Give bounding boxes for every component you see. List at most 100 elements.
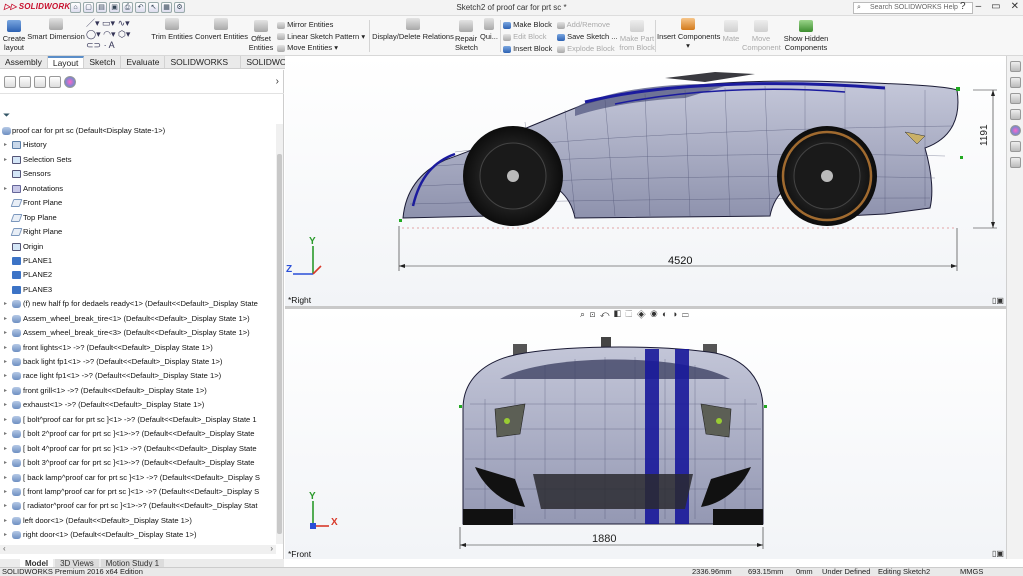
tab-layout[interactable]: Layout — [47, 56, 85, 68]
show-hidden-components-button[interactable]: Show Hidden Components — [782, 20, 830, 52]
quick-snaps-button[interactable]: Qui... — [480, 18, 498, 41]
expand-arrow-icon[interactable]: ▸ — [4, 326, 7, 340]
help-search-input[interactable]: ⌕ Search SOLIDWORKS Help — [853, 2, 973, 14]
create-layout-button[interactable]: Create layout — [2, 20, 26, 52]
expand-arrow-icon[interactable]: ▸ — [4, 138, 7, 152]
tab-evaluate[interactable]: Evaluate — [121, 56, 166, 68]
scroll-left-icon[interactable]: ‹ — [3, 544, 6, 553]
custom-properties-icon[interactable] — [1009, 141, 1021, 152]
feature-manager-tab-icon[interactable] — [4, 76, 16, 88]
tab-solidworks-add-ins[interactable]: SOLIDWORKS Add-Ins — [165, 56, 242, 79]
tree-item[interactable]: PLANE2 — [0, 268, 276, 282]
tree-item[interactable]: ▸ [ bolt^proof car for prt sc ]<1> ->? (D… — [0, 413, 276, 427]
display-delete-relations-button[interactable]: Display/Delete Relations — [372, 18, 454, 41]
polygon-icon[interactable]: ⬡▾ — [118, 29, 130, 39]
insert-block-button[interactable]: Insert Block — [503, 43, 552, 55]
tree-item[interactable]: Top Plane — [0, 211, 276, 225]
expand-arrow-icon[interactable]: ▸ — [4, 514, 7, 528]
tree-item[interactable]: ▸ exhaust<1> ->? (Default<<Default>_Displ… — [0, 398, 276, 412]
units-menu[interactable]: MMGS — [960, 568, 983, 576]
repair-sketch-button[interactable]: Repair Sketch — [455, 20, 478, 52]
expand-arrow-icon[interactable]: ▸ — [4, 427, 7, 441]
make-part-from-block-button[interactable]: Make Part from Block — [617, 20, 657, 52]
scrollbar-thumb[interactable] — [277, 154, 282, 534]
tree-item[interactable]: Front Plane — [0, 196, 276, 210]
expand-arrow-icon[interactable]: ▸ — [4, 384, 7, 398]
tree-item[interactable]: ▸ left door<1> (Default<<Default>_Display… — [0, 514, 276, 528]
expand-arrow-icon[interactable]: ▸ — [4, 312, 7, 326]
rectangle-icon[interactable]: ▭▾ — [102, 18, 115, 28]
convert-entities-button[interactable]: Convert Entities — [195, 18, 248, 41]
tree-item[interactable]: ▸ front grill<1> ->? (Default<<Default>_D… — [0, 384, 276, 398]
tree-item[interactable]: ▸ Assem_wheel_break_tire<1> (Default<<Def… — [0, 312, 276, 326]
expand-arrow-icon[interactable]: ▸ — [4, 442, 7, 456]
tree-item[interactable]: ▸ race light fp1<1> ->? (Default<<Default… — [0, 369, 276, 383]
tree-item[interactable]: Right Plane — [0, 225, 276, 239]
help-question-icon[interactable]: ? — [960, 1, 966, 12]
tree-item[interactable]: ▸ Assem_wheel_break_tire<3> (Default<<Def… — [0, 326, 276, 340]
mirror-entities-button[interactable]: Mirror Entities — [277, 19, 365, 31]
tree-item[interactable]: ▸ [ back lamp^proof car for prt sc ]<1> -… — [0, 471, 276, 485]
tree-item[interactable]: ▸ Selection Sets — [0, 153, 276, 167]
expand-arrow-icon[interactable]: ▸ — [4, 456, 7, 470]
tree-item[interactable]: Origin — [0, 240, 276, 254]
tree-item[interactable]: ▸ [ bolt 2^proof car for prt sc ]<1>->? (… — [0, 427, 276, 441]
tab-sketch[interactable]: Sketch — [84, 56, 122, 68]
expand-arrow-icon[interactable]: ▸ — [4, 485, 7, 499]
forum-icon[interactable] — [1009, 157, 1021, 168]
linear-sketch-pattern-button[interactable]: Linear Sketch Pattern ▾ — [277, 31, 365, 43]
tree-item[interactable]: ▸ back light fp1<1> ->? (Default<<Default… — [0, 355, 276, 369]
filter-icon[interactable]: ⏷ — [3, 110, 10, 121]
configuration-manager-tab-icon[interactable] — [34, 76, 46, 88]
insert-components-button[interactable]: Insert Components ▾ — [657, 18, 720, 50]
expand-arrow-icon[interactable]: ▸ — [4, 471, 7, 485]
add-remove-button[interactable]: Add/Remove — [557, 19, 618, 31]
expand-arrow-icon[interactable]: ▸ — [4, 297, 7, 311]
expand-arrow-icon[interactable]: ▸ — [4, 398, 7, 412]
viewport-controls[interactable]: ▯▣ — [992, 549, 1004, 558]
tree-item[interactable]: ▸ [ bolt 4^proof car for prt sc ]<1> ->? … — [0, 442, 276, 456]
expand-arrow-icon[interactable]: ▸ — [4, 413, 7, 427]
offset-entities-button[interactable]: Offset Entities — [248, 20, 274, 52]
move-entities-button[interactable]: Move Entities ▾ — [277, 42, 365, 54]
design-library-icon[interactable] — [1009, 77, 1021, 88]
tree-vertical-scrollbar[interactable] — [276, 124, 283, 544]
move-component-button[interactable]: Move Component — [742, 20, 781, 52]
minimize-icon[interactable]: – — [976, 1, 982, 12]
tree-item[interactable]: ▸ [ front lamp^proof car for prt sc ]<1> … — [0, 485, 276, 499]
tab-assembly[interactable]: Assembly — [0, 56, 48, 68]
tree-item[interactable]: PLANE1 — [0, 254, 276, 268]
expand-arrow-icon[interactable]: ▸ — [4, 499, 7, 513]
tree-item[interactable]: ▸ [ bolt 3^proof car for prt sc ]<1>->? (… — [0, 456, 276, 470]
maximize-icon[interactable]: ▭ — [991, 1, 1000, 12]
tree-item[interactable]: Sensors — [0, 167, 276, 181]
dimension-width[interactable]: 1880 — [592, 533, 616, 545]
expand-arrow-icon[interactable]: ▸ — [4, 528, 7, 542]
slot-icon[interactable]: ⊂⊃ — [86, 40, 101, 50]
circle-icon[interactable]: ◯▾ — [86, 29, 101, 39]
expand-arrow-icon[interactable]: ▸ — [4, 341, 7, 355]
viewport-controls[interactable]: ▯▣ — [992, 296, 1004, 305]
view-palette-icon[interactable] — [1009, 109, 1021, 120]
solidworks-resources-icon[interactable] — [1009, 61, 1021, 72]
make-block-button[interactable]: Make Block — [503, 19, 552, 31]
trim-entities-button[interactable]: Trim Entities — [151, 18, 193, 41]
arc-icon[interactable]: ◠▾ — [103, 29, 115, 39]
dimension-height[interactable]: 1191 — [979, 124, 990, 146]
expand-arrow-icon[interactable]: ▸ — [4, 153, 7, 167]
expand-arrow-icon[interactable]: ▸ — [4, 355, 7, 369]
chevron-right-icon[interactable]: › — [276, 76, 279, 87]
tree-item[interactable]: ▸ right door<1> (Default<<Default>_Displa… — [0, 528, 276, 542]
mate-button[interactable]: Mate — [720, 20, 742, 43]
tree-horizontal-scrollbar[interactable]: ‹ › — [0, 544, 276, 554]
property-manager-tab-icon[interactable] — [19, 76, 31, 88]
dimension-length[interactable]: 4520 — [668, 255, 692, 267]
tree-item[interactable]: ▸ [ radiator^proof car for prt sc ]<1>->?… — [0, 499, 276, 513]
tree-item[interactable]: ▸ History — [0, 138, 276, 152]
spline-icon[interactable]: ∿▾ — [118, 18, 130, 28]
smart-dimension-button[interactable]: Smart Dimension — [27, 18, 85, 41]
tree-item[interactable]: ▸ front lights<1> ->? (Default<<Default>_… — [0, 341, 276, 355]
tree-item[interactable]: ▸ (f) new half fp for dedaels ready<1> (D… — [0, 297, 276, 311]
explode-block-button[interactable]: Explode Block — [557, 43, 618, 55]
file-explorer-icon[interactable] — [1009, 93, 1021, 104]
